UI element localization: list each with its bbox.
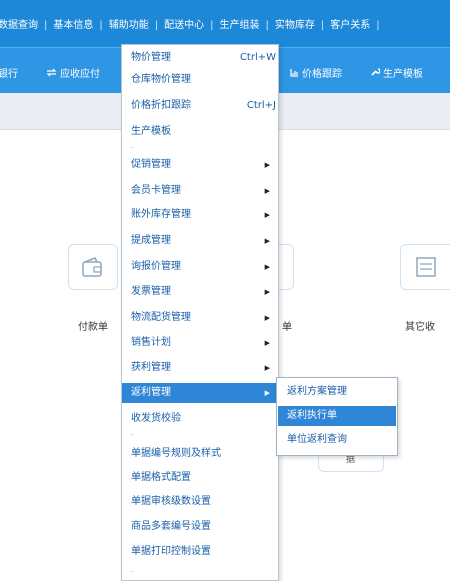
submenu-item-rebate-plan[interactable]: 返利方案管理: [278, 382, 396, 402]
submenu-arrow-icon: ▶: [264, 314, 270, 322]
menu-item-label: 单据打印控制设置: [131, 546, 211, 557]
menu-production-assembly[interactable]: 生产组装: [220, 16, 260, 31]
toolbar-price-track[interactable]: 价格跟踪: [290, 65, 342, 80]
toolbar-bank[interactable]: 银行: [0, 65, 18, 80]
menu-separator: |: [376, 20, 380, 31]
menu-item-label: 销售计划: [131, 337, 171, 348]
menu-item-warehouse-price[interactable]: 仓库物价管理: [122, 70, 278, 90]
submenu-arrow-icon: ▶: [264, 161, 270, 169]
submenu-arrow-icon: ▶: [264, 263, 270, 271]
auxiliary-functions-dropdown: 物价管理 Ctrl+W 仓库物价管理 价格折扣跟踪 Ctrl+J 生产模板 - …: [121, 44, 279, 581]
menu-item-label: 促销管理: [131, 159, 171, 170]
menu-separator: |: [99, 20, 103, 31]
menu-item-label: 单据格式配置: [131, 472, 191, 483]
menu-item-promotion[interactable]: 促销管理 ▶: [122, 155, 278, 175]
menu-item-approval-levels[interactable]: 单据审核级数设置: [122, 492, 278, 512]
menu-customer-relations[interactable]: 客户关系: [330, 16, 370, 31]
transfer-arrows-icon: [46, 68, 57, 80]
other-receipt-tile-label: 其它收: [405, 322, 435, 333]
menu-item-inquiry-quote[interactable]: 询报价管理 ▶: [122, 257, 278, 277]
menu-item-label: 生产模板: [131, 126, 171, 137]
menu-item-label: 询报价管理: [131, 261, 181, 272]
top-menu: 数据查询 | 基本信息 | 辅助功能 | 配送中心 | 生产组装 | 实物库存 | 客户关系 |: [0, 16, 386, 31]
receipt-tile-label: 单: [282, 322, 292, 333]
menu-item-price-discount-track[interactable]: 价格折扣跟踪 Ctrl+J: [122, 96, 278, 116]
menu-item-shipping-check[interactable]: 收发货校验: [122, 409, 278, 429]
menu-item-invoice[interactable]: 发票管理 ▶: [122, 282, 278, 302]
chart-icon: [290, 68, 299, 80]
menu-item-label: 单据编号规则及样式: [131, 448, 221, 459]
menu-separator: |: [154, 20, 159, 31]
menu-item-label: 物流配货管理: [131, 312, 191, 323]
submenu-item-label: 返利执行单: [287, 410, 337, 421]
rebate-submenu: 返利方案管理 返利执行单 单位返利查询: [276, 377, 398, 456]
submenu-arrow-icon: ▶: [264, 187, 270, 195]
menu-item-print-control[interactable]: 单据打印控制设置: [122, 542, 278, 562]
wallet-icon: [82, 257, 102, 277]
menu-item-label: 发票管理: [131, 286, 171, 297]
menu-item-logistics[interactable]: 物流配货管理 ▶: [122, 308, 278, 328]
toolbar-production-template[interactable]: 生产模板: [370, 65, 423, 80]
menu-basic-info[interactable]: 基本信息: [53, 16, 93, 31]
payment-tile-label: 付款单: [78, 322, 108, 333]
other-receipt-tile[interactable]: [400, 244, 450, 290]
menu-data-query[interactable]: 数据查询: [0, 16, 38, 31]
menu-item-label: 返利管理: [131, 387, 171, 398]
menu-separator: -: [131, 144, 134, 152]
menu-item-member-card[interactable]: 会员卡管理 ▶: [122, 181, 278, 201]
menu-item-label: 商品多套编号设置: [131, 521, 211, 532]
menu-auxiliary-functions[interactable]: 辅助功能: [109, 16, 149, 31]
submenu-arrow-icon: ▶: [264, 237, 270, 245]
wrench-icon: [370, 67, 381, 80]
toolbar-price-track-label: 价格跟踪: [302, 69, 342, 80]
menu-separator: |: [265, 20, 269, 31]
top-menu-bar: 数据查询 | 基本信息 | 辅助功能 | 配送中心 | 生产组装 | 实物库存 | 客户关系 |: [0, 0, 450, 47]
toolbar-receivable-label: 应收应付: [60, 69, 100, 80]
menu-item-sales-plan[interactable]: 销售计划 ▶: [122, 333, 278, 353]
menu-item-commission[interactable]: 提成管理 ▶: [122, 231, 278, 251]
menu-item-label: 价格折扣跟踪: [131, 100, 191, 111]
menu-separator: -: [131, 568, 134, 576]
menu-item-label: 获利管理: [131, 362, 171, 373]
menu-item-price-management[interactable]: 物价管理 Ctrl+W: [122, 48, 278, 68]
menu-item-product-multi-code[interactable]: 商品多套编号设置: [122, 517, 278, 537]
menu-separator: |: [44, 20, 48, 31]
toolbar-bank-label: 银行: [0, 69, 18, 80]
submenu-arrow-icon: ▶: [264, 364, 270, 372]
toolbar-receivable-payable[interactable]: 应收应付: [46, 65, 100, 80]
menu-item-rebate[interactable]: 返利管理 ▶: [122, 383, 278, 403]
menu-distribution-center[interactable]: 配送中心: [164, 16, 204, 31]
menu-item-profit[interactable]: 获利管理 ▶: [122, 358, 278, 378]
submenu-item-unit-rebate-query[interactable]: 单位返利查询: [278, 430, 396, 450]
menu-item-off-book-inventory[interactable]: 账外库存管理 ▶: [122, 205, 278, 225]
menu-item-doc-number-rules[interactable]: 单据编号规则及样式: [122, 444, 278, 464]
menu-item-shortcut: Ctrl+J: [246, 100, 276, 111]
menu-item-label: 提成管理: [131, 235, 171, 246]
menu-item-label: 会员卡管理: [131, 185, 181, 196]
menu-separator: |: [210, 20, 214, 31]
submenu-item-label: 单位返利查询: [287, 434, 347, 445]
menu-item-label: 收发货校验: [131, 413, 181, 424]
submenu-item-rebate-execution[interactable]: 返利执行单: [278, 406, 396, 426]
submenu-arrow-icon: ▶: [264, 339, 270, 347]
menu-item-label: 账外库存管理: [131, 209, 191, 220]
menu-separator: -: [131, 431, 134, 439]
submenu-item-label: 返利方案管理: [287, 386, 347, 397]
menu-item-label: 单据审核级数设置: [131, 496, 211, 507]
submenu-arrow-icon: ▶: [264, 211, 270, 219]
ledger-icon: [416, 257, 436, 277]
menu-item-label: 仓库物价管理: [131, 74, 191, 85]
menu-item-label: 物价管理: [131, 52, 171, 63]
menu-item-shortcut: Ctrl+W: [239, 52, 276, 63]
menu-item-production-template[interactable]: 生产模板: [122, 122, 278, 142]
menu-item-doc-format[interactable]: 单据格式配置: [122, 468, 278, 488]
submenu-arrow-icon: ▶: [264, 288, 270, 296]
toolbar-production-template-label: 生产模板: [383, 69, 423, 80]
menu-physical-inventory[interactable]: 实物库存: [275, 16, 315, 31]
menu-separator: |: [320, 20, 325, 31]
payment-tile[interactable]: [68, 244, 118, 290]
submenu-arrow-icon: ▶: [264, 389, 270, 397]
